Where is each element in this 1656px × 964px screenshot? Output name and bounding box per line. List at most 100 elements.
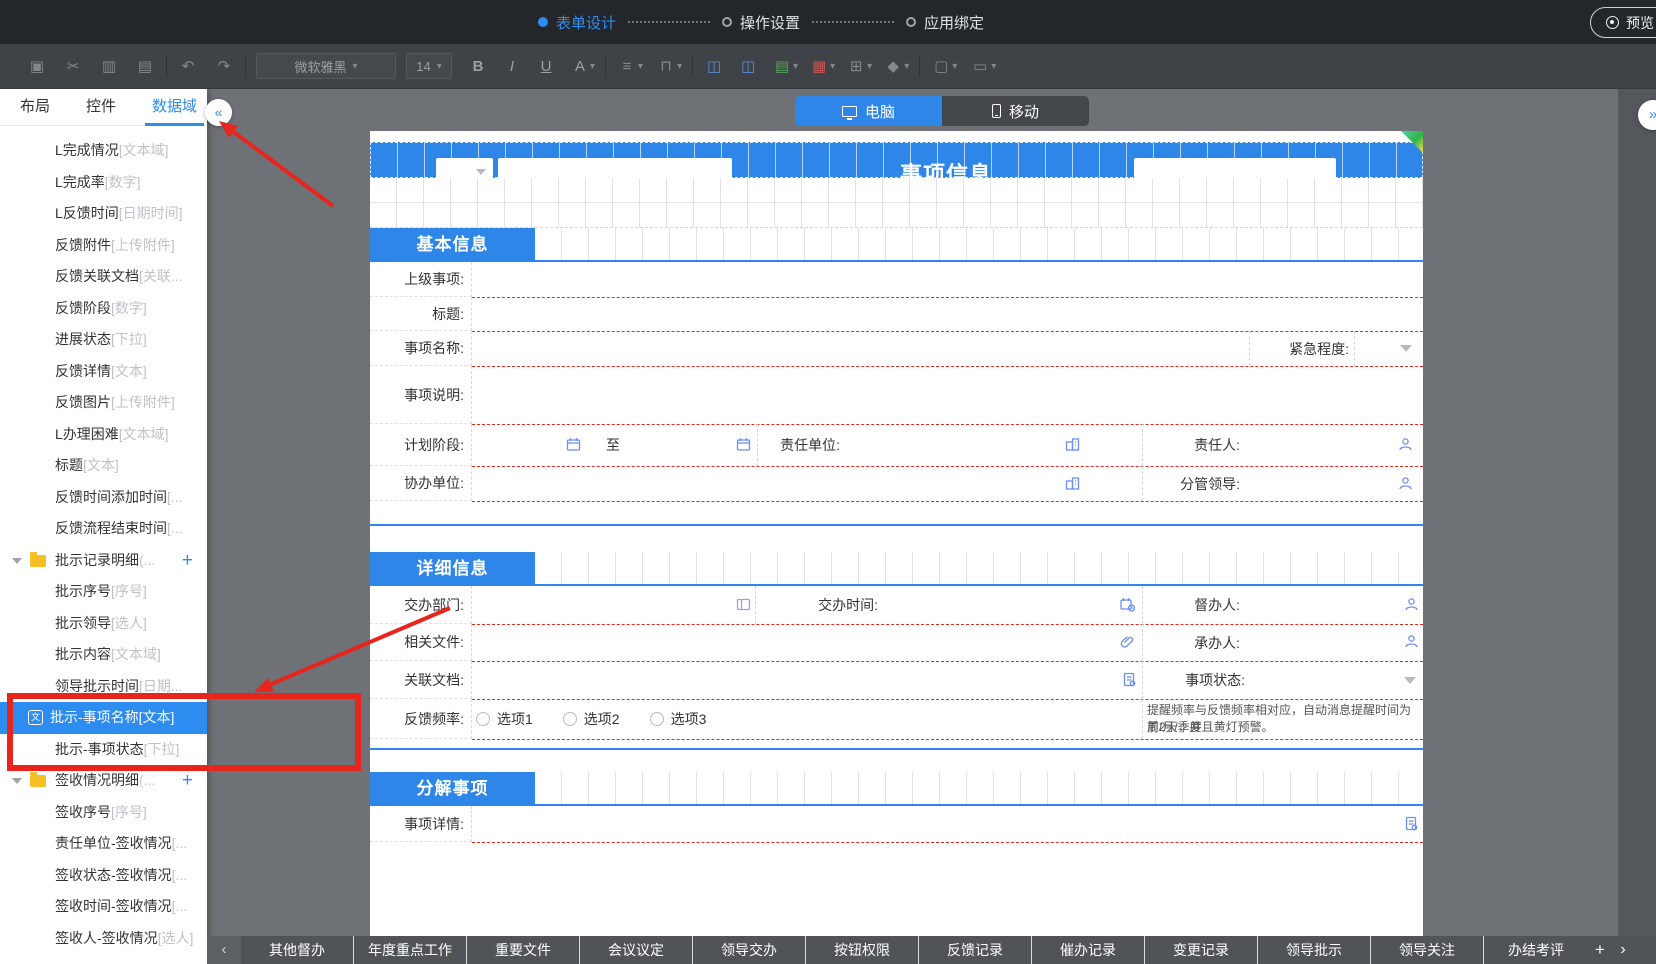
sidebar-tab-数据域[interactable]: 数据域 (152, 89, 197, 126)
form-canvas[interactable]: 事项信息 基本信息 上级事项: 标题: 事项名称: 紧急程度: 事项说明: 计划… (370, 131, 1423, 936)
empty-grid-row[interactable] (370, 178, 1423, 228)
copy-icon[interactable]: ▥ (98, 57, 120, 75)
field-item-进展状态[interactable]: 进展状态[下拉] (0, 324, 207, 356)
form-row-subject[interactable]: 标题: (370, 297, 1423, 331)
form-row-item-name[interactable]: 事项名称: 紧急程度: (370, 331, 1423, 366)
field-item-批示-事项状态[interactable]: 批示-事项状态[下拉] (0, 734, 207, 766)
align-icon[interactable]: ≡ (616, 58, 638, 75)
dropdown-caret-icon[interactable] (1404, 677, 1416, 684)
radio-option-选项2[interactable]: 选项2 (563, 709, 620, 729)
next-tabs-button[interactable]: › (1612, 936, 1634, 964)
expander-icon[interactable] (12, 558, 22, 564)
form-row-related-docs[interactable]: 关联文档: 事项状态: (370, 661, 1423, 699)
table-border-icon[interactable]: ⊞ (845, 57, 867, 75)
fill-color-icon[interactable]: ◆ (882, 57, 904, 75)
field-item-反馈图片[interactable]: 反馈图片[上传附件] (0, 387, 207, 419)
chevron-down-icon[interactable]: ▾ (830, 61, 835, 72)
field-item-反馈流程结束时间[interactable]: 反馈流程结束时间[... (0, 513, 207, 545)
record-tab-按钮权限[interactable]: 按钮权限 (806, 936, 919, 964)
field-item-批示内容[interactable]: 批示内容[文本域] (0, 639, 207, 671)
device-pc-tab[interactable]: 电脑 (795, 96, 942, 126)
insert-row-icon[interactable]: ▤ (771, 57, 793, 75)
record-tab-领导交办[interactable]: 领导交办 (693, 936, 806, 964)
field-item-批示领导[interactable]: 批示领导[选人] (0, 608, 207, 640)
device-mobile-tab[interactable]: 移动 (942, 96, 1089, 126)
text-widget-icon[interactable]: ▭ (969, 57, 991, 75)
form-row-parent-item[interactable]: 上级事项: (370, 262, 1423, 297)
field-item-反馈关联文档[interactable]: 反馈关联文档[关联... (0, 261, 207, 293)
form-row-assist-unit[interactable]: 协办单位: 分管领导: (370, 466, 1423, 501)
field-item-反馈阶段[interactable]: 反馈阶段[数字] (0, 293, 207, 325)
add-field-button[interactable]: + (182, 545, 193, 577)
prev-tabs-button[interactable]: ‹ (207, 936, 241, 964)
font-size-select[interactable]: 14 ▾ (406, 53, 452, 79)
radio-option-选项3[interactable]: 选项3 (650, 709, 707, 729)
paste-icon[interactable]: ▤ (134, 57, 156, 75)
font-color-button[interactable]: A (570, 58, 590, 75)
paperclip-icon[interactable] (1120, 634, 1135, 649)
field-item-签收序号[interactable]: 签收序号[序号] (0, 797, 207, 829)
wizard-step-2[interactable]: 操作设置 (722, 12, 800, 33)
form-row-item-detail[interactable]: 事项详情: (370, 806, 1423, 842)
chevron-down-icon[interactable]: ▾ (590, 61, 595, 72)
record-tab-重要文件[interactable]: 重要文件 (467, 936, 580, 964)
record-tab-领导关注[interactable]: 领导关注 (1371, 936, 1484, 964)
wizard-step-3[interactable]: 应用绑定 (906, 12, 984, 33)
field-item-标题[interactable]: 标题[文本] (0, 450, 207, 482)
record-tab-年度重点工作[interactable]: 年度重点工作 (354, 936, 467, 964)
select-tool-icon[interactable]: ▣ (26, 57, 48, 75)
organization-icon[interactable] (1065, 437, 1080, 452)
form-row-related-files[interactable]: 相关文件: 承办人: (370, 624, 1423, 661)
organization-icon[interactable] (1065, 476, 1080, 491)
field-item-反馈附件[interactable]: 反馈附件[上传附件] (0, 230, 207, 262)
expander-icon[interactable] (12, 778, 22, 784)
chevron-down-icon[interactable]: ▾ (793, 61, 798, 72)
calendar-icon[interactable] (566, 437, 581, 452)
sidebar-tab-控件[interactable]: 控件 (86, 89, 116, 126)
cut-icon[interactable]: ✂ (62, 57, 84, 75)
person-icon[interactable] (1398, 437, 1413, 452)
form-row-plan-phase[interactable]: 计划阶段: 至 责任单位: 责任人: (370, 424, 1423, 466)
chevron-down-icon[interactable]: ▾ (638, 61, 643, 72)
field-item-L反馈时间[interactable]: L反馈时间[日期时间] (0, 198, 207, 230)
section-detail-info[interactable]: 详细信息 (370, 552, 535, 586)
widget-icon[interactable]: ▢ (930, 57, 952, 75)
field-item-签收时间-签收情况[interactable]: 签收时间-签收情况[... (0, 891, 207, 923)
section-breakdown[interactable]: 分解事项 (370, 772, 535, 806)
chevron-down-icon[interactable]: ▾ (952, 61, 957, 72)
field-group-批示记录明细[interactable]: 批示记录明细(...+ (0, 545, 207, 577)
add-tab-button[interactable]: + (1588, 936, 1612, 964)
record-tab-领导批示[interactable]: 领导批示 (1258, 936, 1371, 964)
record-tab-催办记录[interactable]: 催办记录 (1032, 936, 1145, 964)
split-cells-icon[interactable]: ◫ (737, 57, 759, 75)
vertical-align-icon[interactable]: ⊓ (655, 57, 677, 75)
record-tab-会议议定[interactable]: 会议议定 (580, 936, 693, 964)
field-item-批示-事项名称[interactable]: 文批示-事项名称[文本] (0, 702, 207, 734)
form-row-feedback-freq[interactable]: 反馈频率: 选项1选项2选项3 提醒频率与反馈频率相对应，自动消息提醒时间为周/… (370, 699, 1423, 739)
field-item-L完成情况[interactable]: L完成情况[文本域] (0, 135, 207, 167)
person-icon[interactable] (1398, 476, 1413, 491)
add-field-button[interactable]: + (182, 765, 193, 797)
person-icon[interactable] (1404, 597, 1419, 612)
record-tab-反馈记录[interactable]: 反馈记录 (919, 936, 1032, 964)
calendar-icon[interactable] (736, 437, 751, 452)
collapse-sidebar-button[interactable]: « (205, 99, 232, 126)
record-tab-办结考评[interactable]: 办结考评 (1484, 936, 1588, 964)
dropdown-caret-icon[interactable] (1400, 345, 1412, 352)
field-item-L完成率[interactable]: L完成率[数字] (0, 167, 207, 199)
redo-icon[interactable]: ↷ (213, 57, 235, 75)
delete-row-icon[interactable]: ▦ (808, 57, 830, 75)
sidebar-tab-布局[interactable]: 布局 (20, 89, 50, 126)
italic-button[interactable]: I (502, 58, 522, 75)
section-basic-info[interactable]: 基本信息 (370, 228, 535, 262)
form-header-row[interactable]: 事项信息 (370, 142, 1423, 178)
field-item-反馈详情[interactable]: 反馈详情[文本] (0, 356, 207, 388)
underline-button[interactable]: U (536, 58, 556, 75)
undo-icon[interactable]: ↶ (177, 57, 199, 75)
bold-button[interactable]: B (468, 58, 488, 75)
record-tab-其他督办[interactable]: 其他督办 (241, 936, 354, 964)
department-picker-icon[interactable] (736, 597, 751, 612)
record-tab-变更记录[interactable]: 变更记录 (1145, 936, 1258, 964)
document-icon[interactable] (1404, 816, 1419, 831)
font-family-select[interactable]: 微软雅黑 ▾ (256, 53, 396, 79)
